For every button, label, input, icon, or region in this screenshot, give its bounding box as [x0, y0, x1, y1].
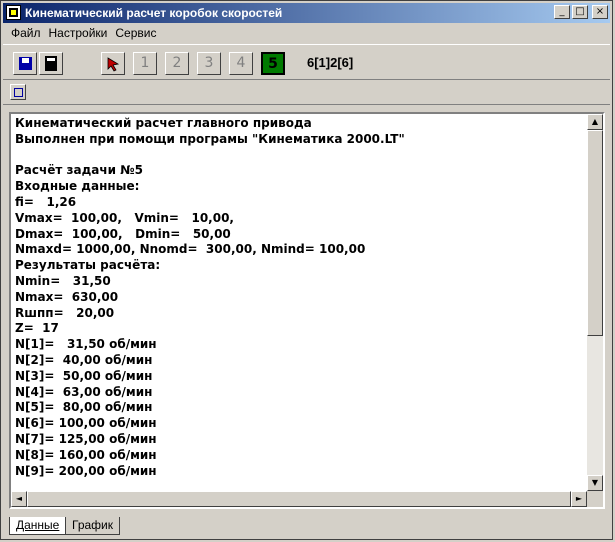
secondary-toolbar	[3, 81, 610, 105]
report-line: N[5]= 80,00 об/мин	[15, 400, 153, 415]
calculate-button[interactable]	[39, 52, 63, 75]
step-3-button[interactable]: 3	[197, 52, 221, 75]
report-line: Nmax= 630,00	[15, 289, 119, 304]
report-line: Z= 17	[15, 321, 59, 336]
report-line: Расчёт задачи №5	[15, 163, 143, 178]
report-line: fi= 1,26	[15, 194, 77, 209]
scroll-down-button[interactable]: ▼	[587, 475, 603, 491]
save-icon	[19, 57, 32, 70]
report-line: Nmaxd= 1000,00, Nnomd= 300,00, Nmind= 10…	[15, 242, 366, 257]
report-line: N[7]= 125,00 об/мин	[15, 431, 157, 446]
scroll-right-button[interactable]: ►	[571, 491, 587, 507]
toolbar: 1 2 3 4 5 6[1]2[6]	[3, 44, 610, 80]
maximize-button[interactable]: □	[572, 5, 588, 19]
scroll-left-button[interactable]: ◄	[11, 491, 27, 507]
report-line: Dmax= 100,00, Dmin= 50,00	[15, 226, 231, 241]
menu-bar: Файл Настройки Сервис	[3, 24, 610, 42]
report-line: Rшпп= 20,00	[15, 305, 115, 320]
report-line: N[2]= 40,00 об/мин	[15, 352, 153, 367]
structure-formula: 6[1]2[6]	[307, 55, 354, 70]
cursor-arrow-icon	[107, 57, 120, 72]
select-tool-button[interactable]	[101, 52, 125, 75]
menu-service[interactable]: Сервис	[111, 24, 160, 42]
horizontal-scrollbar[interactable]: ◄ ►	[11, 491, 587, 507]
report-lines: Кинематический расчет главного привода Вы…	[15, 116, 405, 479]
step-2-button[interactable]: 2	[165, 52, 189, 75]
vertical-scrollbar[interactable]: ▲ ▼	[587, 114, 603, 491]
scrollbar-corner	[587, 491, 603, 507]
save-button[interactable]	[13, 52, 37, 75]
minimize-button[interactable]: _	[554, 5, 570, 19]
close-button[interactable]: ×	[592, 5, 608, 19]
report-line: Nmin= 31,50	[15, 273, 111, 288]
report-text-area[interactable]: Кинематический расчет главного привода Вы…	[9, 112, 605, 509]
tab-chart[interactable]: График	[65, 517, 120, 535]
app-icon[interactable]	[6, 5, 21, 20]
report-line: N[1]= 31,50 об/мин	[15, 337, 157, 352]
vertical-scroll-thumb[interactable]	[587, 130, 603, 336]
step-5-button[interactable]: 5	[261, 52, 285, 75]
main-window: Кинематический расчет коробок скоростей …	[0, 0, 613, 540]
step-4-button[interactable]: 4	[229, 52, 253, 75]
tab-data[interactable]: Данные	[9, 517, 67, 535]
step-1-button[interactable]: 1	[133, 52, 157, 75]
menu-file[interactable]: Файл	[7, 24, 45, 42]
report-line: N[6]= 100,00 об/мин	[15, 416, 157, 431]
report-line: Входные данные:	[15, 179, 140, 194]
horizontal-scroll-thumb[interactable]	[27, 491, 571, 507]
menu-settings[interactable]: Настройки	[45, 24, 112, 42]
window-title: Кинематический расчет коробок скоростей	[25, 6, 283, 20]
report-line: N[9]= 200,00 об/мин	[15, 463, 157, 478]
title-bar[interactable]: Кинематический расчет коробок скоростей …	[3, 3, 610, 23]
scroll-up-button[interactable]: ▲	[587, 114, 603, 130]
report-line: Кинематический расчет главного привода	[15, 116, 312, 130]
report-line: Vmax= 100,00, Vmin= 10,00,	[15, 210, 234, 225]
window-toggle-button[interactable]	[10, 84, 26, 100]
report-line: Выполнен при помощи програмы "Кинематика…	[15, 131, 405, 146]
report-line: N[3]= 50,00 об/мин	[15, 368, 153, 383]
report-line: N[4]= 63,00 об/мин	[15, 384, 153, 399]
calculator-icon	[45, 56, 57, 71]
report-line	[15, 148, 405, 164]
report-line: N[8]= 160,00 об/мин	[15, 447, 157, 462]
report-line: Результаты расчёта:	[15, 258, 161, 273]
